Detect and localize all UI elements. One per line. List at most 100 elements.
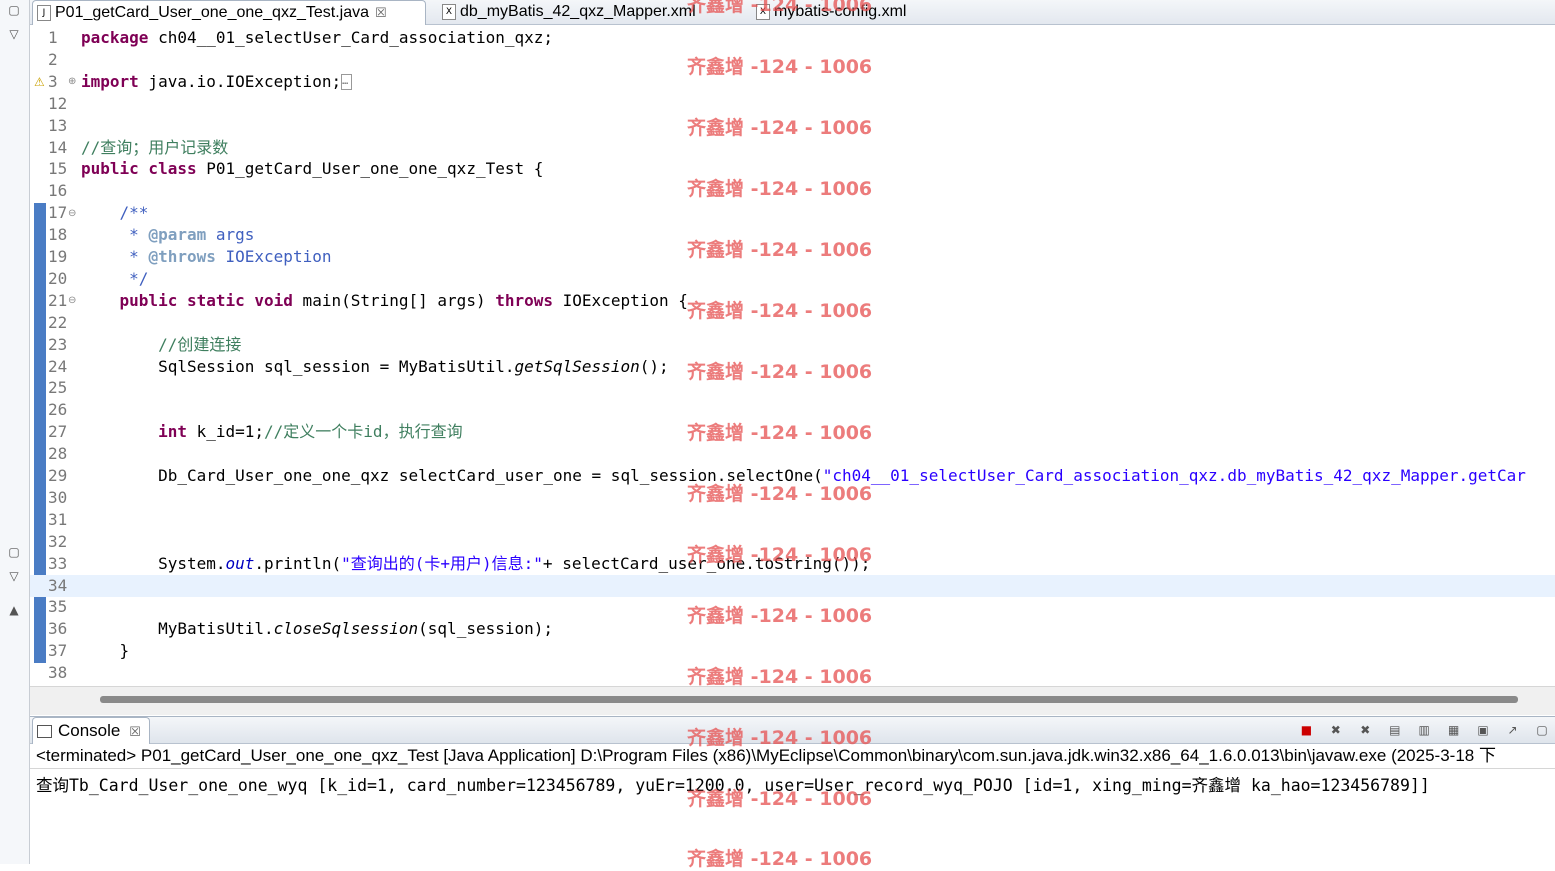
restore-icon[interactable]: ▢ xyxy=(5,2,23,18)
code-token: throws xyxy=(495,290,554,310)
close-icon[interactable]: ☒ xyxy=(129,725,141,740)
line-number: 1 xyxy=(48,28,58,47)
line-number: 31 xyxy=(48,509,68,529)
code-token: + selectCard_user_one.toString()); xyxy=(542,553,871,573)
line-number: 24 xyxy=(48,356,68,376)
code-line[interactable]: 1 package ch04__01_selectUser_Card_associ… xyxy=(30,27,1555,49)
code-token: public class xyxy=(81,159,197,179)
clear-console-icon[interactable]: ▤ xyxy=(1386,722,1404,738)
left-side-strip: ▢ ▽ ▢ ▽ ▲ xyxy=(0,0,30,864)
line-number: 32 xyxy=(48,531,68,551)
line-number: 34 xyxy=(48,575,68,595)
display-selected-icon[interactable]: ▣ xyxy=(1474,722,1492,738)
code-token: package xyxy=(81,28,149,47)
scrollbar-thumb[interactable] xyxy=(100,696,1518,703)
code-token: /** xyxy=(119,203,149,223)
code-text: //创建连接 xyxy=(81,334,241,356)
code-line[interactable]: 16 xyxy=(30,180,1555,202)
code-line[interactable]: 25 xyxy=(30,377,1555,399)
code-token: main(String[] args) xyxy=(292,290,496,310)
tab-mybatis-config[interactable]: Xmybatis-config.xml xyxy=(752,0,952,24)
code-line[interactable]: 30 xyxy=(30,487,1555,509)
tab-label: db_myBatis_42_qxz_Mapper.xml xyxy=(460,3,696,20)
tab-label: mybatis-config.xml xyxy=(774,3,907,20)
code-line[interactable]: 27 int k_id=1;//定义一个卡id，执行查询 xyxy=(30,421,1555,443)
code-token: @throws xyxy=(148,247,216,266)
line-number: 14 xyxy=(48,137,68,157)
new-console-icon[interactable]: ▢ xyxy=(1533,722,1551,738)
code-line[interactable]: 2 xyxy=(30,49,1555,71)
code-text: //查询；用户记录数 xyxy=(81,137,228,159)
pin-console-icon[interactable]: ▦ xyxy=(1445,722,1463,738)
console-icon xyxy=(37,725,52,739)
code-token: */ xyxy=(129,268,149,288)
line-number: 12 xyxy=(48,93,68,113)
code-line[interactable]: 33 System.out.println("查询出的(卡+用户)信息:"+ s… xyxy=(30,553,1555,575)
line-number: 21 xyxy=(48,290,68,310)
code-token: import xyxy=(81,71,139,91)
line-number: 23 xyxy=(48,334,68,354)
line-number: 38 xyxy=(48,663,68,683)
code-line[interactable]: 13 xyxy=(30,115,1555,137)
chevron-down-icon[interactable]: ▽ xyxy=(5,26,23,42)
restore-icon[interactable]: ▢ xyxy=(5,544,23,560)
code-line[interactable]: 22 xyxy=(30,312,1555,334)
horizontal-scrollbar[interactable] xyxy=(30,686,1555,715)
code-token: k_id=1; xyxy=(186,422,265,442)
console-status: <terminated> P01_getCard_User_one_one_qx… xyxy=(36,746,1496,765)
java-file-icon: J xyxy=(37,4,51,21)
code-line[interactable]: 23 //创建连接 xyxy=(30,334,1555,356)
code-editor[interactable]: ⊕ ⊖ ⊖ ⚠ 1 package ch04__01_selectUser_Car… xyxy=(30,25,1555,685)
tab-mapper-xml[interactable]: Xdb_myBatis_42_qxz_Mapper.xml xyxy=(438,0,738,24)
scroll-up-icon[interactable]: ▲ xyxy=(5,602,23,618)
close-icon[interactable]: ☒ xyxy=(375,6,387,21)
code-line[interactable]: 36 MyBatisUtil.closeSqlsession(sql_sessi… xyxy=(30,618,1555,640)
code-text: int k_id=1;//定义一个卡id，执行查询 xyxy=(81,421,463,443)
code-token: @param xyxy=(148,225,207,245)
code-line[interactable]: 12 xyxy=(30,93,1555,115)
code-text: SqlSession sql_session = MyBatisUtil.get… xyxy=(81,356,669,378)
open-console-icon[interactable]: ↗ xyxy=(1504,722,1522,738)
scroll-lock-icon[interactable]: ▥ xyxy=(1415,722,1433,738)
tab-console[interactable]: Console ☒ xyxy=(32,717,150,744)
tab-label: P01_getCard_User_one_one_qxz_Test.java xyxy=(55,4,369,21)
code-line[interactable]: 31 xyxy=(30,509,1555,531)
code-line[interactable]: 28 xyxy=(30,443,1555,465)
code-line[interactable]: 35 xyxy=(30,596,1555,618)
code-text: import java.io.IOException;… xyxy=(81,71,353,93)
tab-test-java[interactable]: J P01_getCard_User_one_one_qxz_Test.java ☒ xyxy=(32,0,426,26)
line-number: 33 xyxy=(48,553,68,573)
code-token: Db_Card_User_one_one_qxz selectCard_user… xyxy=(81,466,823,485)
code-line[interactable]: 34 xyxy=(30,574,1555,597)
code-line[interactable]: 20 */ xyxy=(30,268,1555,290)
code-line[interactable]: 18 * @param args xyxy=(30,224,1555,246)
remove-launch-icon[interactable]: ✖ xyxy=(1327,722,1345,738)
code-token: args xyxy=(206,225,255,245)
code-line[interactable]: 37 } xyxy=(30,640,1555,662)
line-number: 29 xyxy=(48,466,68,485)
code-text: MyBatisUtil.closeSqlsession(sql_session)… xyxy=(81,618,553,640)
code-line[interactable]: 38 xyxy=(30,662,1555,684)
code-line[interactable]: 14 //查询；用户记录数 xyxy=(30,137,1555,159)
code-line[interactable]: 15 public class P01_getCard_User_one_one_… xyxy=(30,158,1555,180)
code-line[interactable]: 26 xyxy=(30,399,1555,421)
code-text: public static void main(String[] args) t… xyxy=(81,290,688,312)
code-line[interactable]: 21 public static void main(String[] args… xyxy=(30,290,1555,312)
remove-all-icon[interactable]: ✖ xyxy=(1356,722,1374,738)
code-token: P01_getCard_User_one_one_qxz_Test { xyxy=(196,159,544,179)
code-token: int xyxy=(158,422,187,442)
code-line[interactable]: 19 * @throws IOException xyxy=(30,246,1555,268)
code-line[interactable]: 29 Db_Card_User_one_one_qxz selectCard_u… xyxy=(30,465,1555,487)
code-token: "ch04__01_selectUser_Card_association_qx… xyxy=(822,466,1526,485)
code-token: closeSqlsession xyxy=(273,619,419,639)
code-line[interactable]: 24 SqlSession sql_session = MyBatisUtil.… xyxy=(30,356,1555,378)
code-line[interactable]: 3 import java.io.IOException;… xyxy=(30,71,1555,93)
code-line[interactable]: 32 xyxy=(30,531,1555,553)
code-token: //创建连接 xyxy=(158,334,242,354)
chevron-down-icon[interactable]: ▽ xyxy=(5,568,23,584)
stop-icon[interactable]: ■ xyxy=(1297,722,1315,738)
code-line[interactable]: 17 /** xyxy=(30,202,1555,224)
